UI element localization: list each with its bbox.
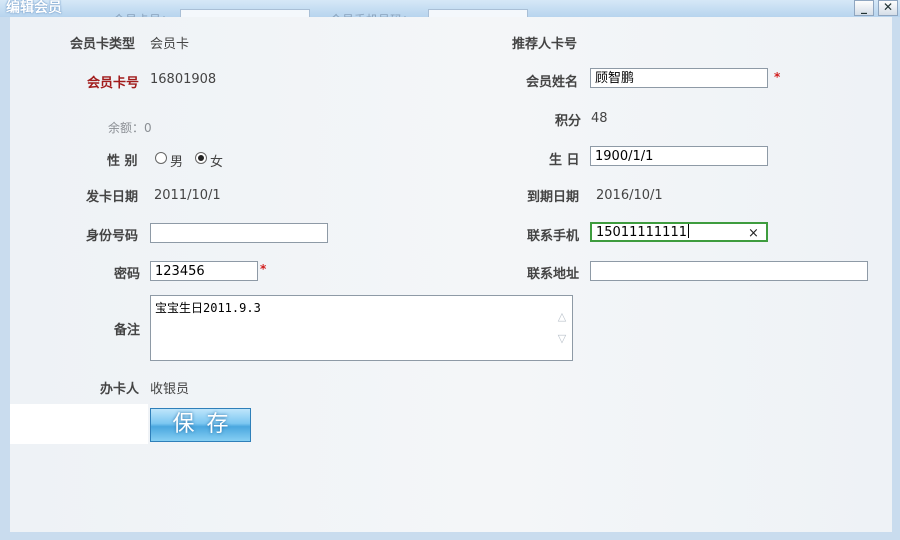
id-number-label: 身份号码 xyxy=(86,229,139,244)
form-footer-left xyxy=(10,404,148,444)
window-bottom-border xyxy=(0,532,900,540)
gender-radio-male[interactable] xyxy=(155,152,167,164)
minimize-button[interactable]: _ xyxy=(854,0,874,16)
card-type-label: 会员卡类型 xyxy=(70,37,136,52)
issue-date-value: 2011/10/1 xyxy=(154,188,221,203)
close-button[interactable]: ✕ xyxy=(878,0,898,16)
gender-label: 性 别 xyxy=(107,154,138,169)
handler-label: 办卡人 xyxy=(100,382,140,397)
card-no-label: 会员卡号 xyxy=(87,76,140,91)
clear-input-icon[interactable]: × xyxy=(748,226,759,241)
mobile-label: 联系手机 xyxy=(527,229,580,244)
birthday-label: 生 日 xyxy=(549,153,580,168)
handler-value: 收银员 xyxy=(150,382,190,397)
member-name-required-mark: * xyxy=(774,70,781,84)
points-value: 48 xyxy=(591,111,608,126)
gender-option-male[interactable]: 男 xyxy=(170,151,183,170)
mobile-input-value: 15011111111 xyxy=(596,225,687,240)
window-left-border xyxy=(0,17,10,540)
issue-date-label: 发卡日期 xyxy=(86,190,139,205)
gender-option-female[interactable]: 女 xyxy=(210,151,223,170)
gender-radio-female[interactable] xyxy=(195,152,207,164)
remark-label: 备注 xyxy=(114,323,141,338)
window-right-border xyxy=(892,17,900,540)
id-number-input[interactable] xyxy=(150,223,328,243)
remark-textarea[interactable]: 宝宝生日2011.9.3 xyxy=(150,295,573,361)
address-label: 联系地址 xyxy=(527,267,580,282)
scroll-down-icon[interactable]: ▽ xyxy=(553,332,571,346)
address-input[interactable] xyxy=(590,261,868,281)
balance-text: 余额：0 xyxy=(108,121,152,135)
points-label: 积分 xyxy=(555,114,582,129)
mobile-input[interactable]: 15011111111 xyxy=(590,222,768,242)
card-no-value: 16801908 xyxy=(150,72,217,87)
expire-date-value: 2016/10/1 xyxy=(596,188,663,203)
card-type-value: 会员卡 xyxy=(150,37,190,52)
referrer-card-label: 推荐人卡号 xyxy=(512,37,578,52)
password-input[interactable]: 123456 xyxy=(150,261,258,281)
password-required-mark: * xyxy=(260,262,267,276)
expire-date-label: 到期日期 xyxy=(527,190,580,205)
password-label: 密码 xyxy=(114,267,141,282)
member-name-input[interactable]: 顾智鹏 xyxy=(590,68,768,88)
text-caret xyxy=(687,224,689,238)
scroll-up-icon[interactable]: △ xyxy=(553,310,571,324)
member-name-label: 会员姓名 xyxy=(526,75,579,90)
window-title: 编辑会员 xyxy=(6,0,62,16)
save-button[interactable]: 保存 xyxy=(150,408,251,442)
birthday-input[interactable]: 1900/1/1 xyxy=(590,146,768,166)
